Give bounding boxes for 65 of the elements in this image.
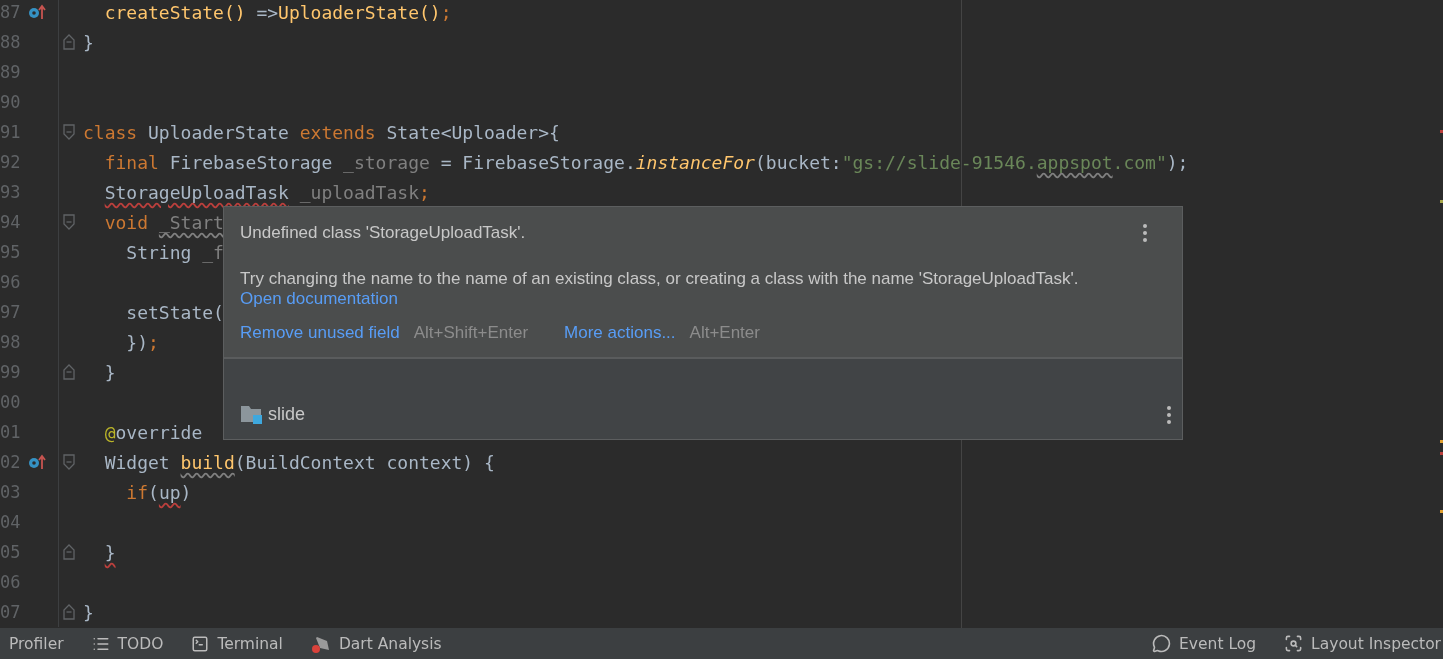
more-options-icon[interactable] (1166, 405, 1172, 425)
terminal-icon (191, 634, 210, 653)
shortcut-hint: Alt+Shift+Enter (413, 323, 529, 343)
line-number: 89 (0, 62, 21, 82)
code-line: }); (125, 331, 159, 353)
tool-window-button[interactable]: Terminal (177, 628, 297, 659)
line-number: 98 (0, 332, 21, 352)
line-number: 96 (0, 272, 21, 292)
fold-marker-icon[interactable] (63, 544, 75, 560)
line-number: 07 (0, 602, 21, 622)
code-line: String _f (125, 241, 224, 263)
quick-fix-link[interactable]: Remove unused field (240, 323, 400, 343)
speech-bubble-icon (1152, 634, 1172, 653)
code-line: } (103, 361, 116, 383)
line-number: 04 (0, 512, 21, 532)
line-number: 92 (0, 152, 21, 172)
line-number: 03 (0, 482, 21, 502)
error-description: Try changing the name to the name of an existing class, or creating a class with the name 'StorageUploadTask'. (240, 269, 1080, 289)
tool-window-button[interactable]: Event Log (1138, 628, 1271, 659)
code-line: void _Start (103, 211, 224, 233)
documentation-link[interactable]: Open documentation (240, 289, 1142, 309)
fold-marker-icon[interactable] (63, 34, 75, 50)
tool-window-button[interactable]: Profiler (0, 628, 78, 659)
line-number: 06 (0, 572, 21, 592)
tool-window-button[interactable]: Dart Analysis (296, 628, 456, 659)
code-line: setState( (125, 301, 224, 323)
code-line: createState() =>UploaderState(); (103, 1, 452, 23)
line-number: 95 (0, 242, 21, 262)
code-line: if(up) (125, 481, 192, 503)
tool-window-button[interactable]: Layout Inspector (1270, 628, 1443, 659)
code-line: StorageUploadTask _uploadTask; (103, 181, 430, 203)
line-number: 90 (0, 92, 21, 112)
line-number: 01 (0, 422, 21, 442)
fold-marker-icon[interactable] (63, 364, 75, 380)
code-line: } (83, 31, 94, 53)
module-name: slide (268, 403, 306, 425)
line-number: 93 (0, 182, 21, 202)
quick-fix-link[interactable]: More actions... (564, 323, 676, 343)
line-number: 99 (0, 362, 21, 382)
fold-marker-icon[interactable] (63, 124, 75, 140)
tool-window-button[interactable]: TODO (77, 628, 178, 659)
override-marker-icon[interactable] (28, 454, 46, 470)
line-number: 87 (0, 2, 21, 22)
line-number: 94 (0, 212, 21, 232)
fold-marker-icon[interactable] (63, 214, 75, 230)
line-number: 91 (0, 122, 21, 142)
code-line: } (103, 541, 116, 563)
fold-marker-icon[interactable] (63, 454, 75, 470)
line-number: 05 (0, 542, 21, 562)
more-options-icon[interactable] (1142, 223, 1148, 243)
line-number: 00 (0, 392, 21, 412)
override-marker-icon[interactable] (28, 4, 46, 20)
shortcut-hint: Alt+Enter (689, 323, 760, 343)
module-folder-icon (240, 403, 264, 425)
line-number: 02 (0, 452, 21, 472)
code-line: final FirebaseStorage _storage = FirebaseStorage.instanceFor(bucket:"gs://slide-91546.appspot.com"); (103, 151, 1189, 173)
error-title: Undefined class 'StorageUploadTask'. (240, 223, 527, 243)
fold-marker-icon[interactable] (63, 604, 75, 620)
code-line: } (83, 601, 94, 623)
code-line: class UploaderState extends State<Uploader>{ (83, 121, 560, 143)
line-number: 88 (0, 32, 21, 52)
line-number: 97 (0, 302, 21, 322)
scan-search-icon (1284, 634, 1304, 653)
code-line: Widget build(BuildContext context) { (103, 451, 495, 473)
code-line: @override (103, 421, 203, 443)
